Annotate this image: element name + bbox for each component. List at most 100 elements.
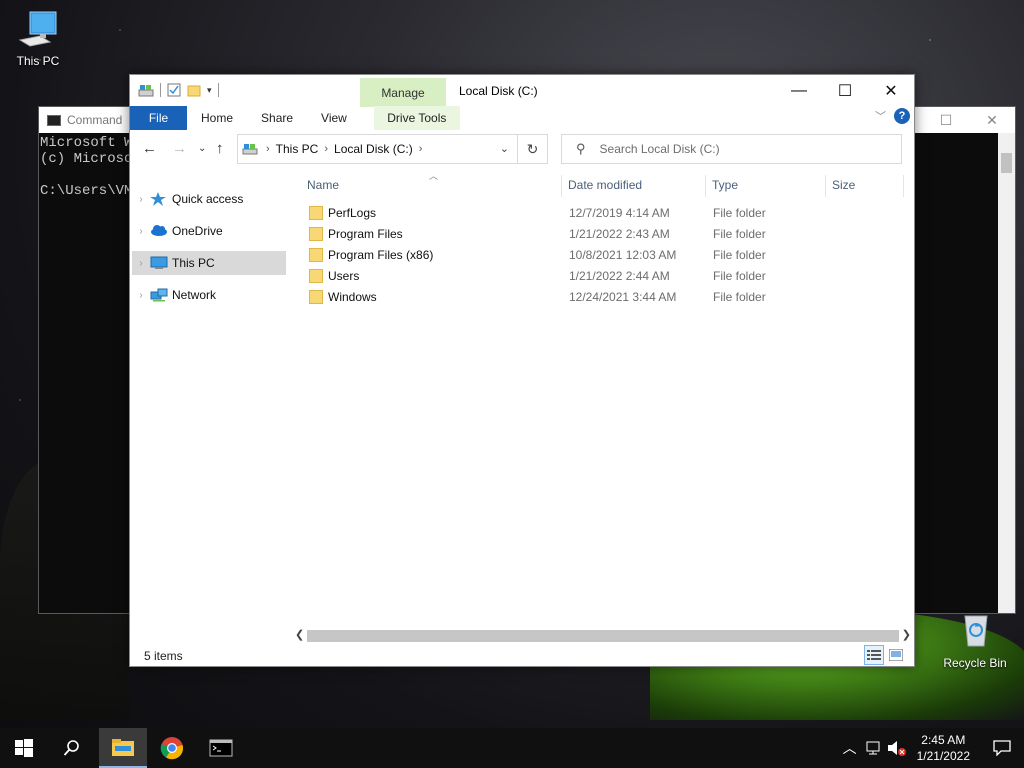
cloud-icon [150, 224, 168, 238]
sidebar-item-label: This PC [172, 256, 215, 270]
desktop-icon-recycle-bin[interactable]: Recycle Bin [937, 612, 1013, 670]
scroll-right-icon[interactable]: ❯ [902, 628, 911, 641]
file-explorer-icon [112, 739, 134, 756]
minimize-button[interactable]: — [776, 75, 822, 106]
network-status-icon[interactable] [865, 740, 883, 756]
column-header-size[interactable]: Size [832, 173, 855, 197]
column-header-date-modified[interactable]: Date modified [568, 173, 642, 197]
console-title: Command [67, 113, 123, 127]
sidebar-item-label: Quick access [172, 192, 244, 206]
computer-icon [16, 10, 60, 50]
new-folder-icon[interactable] [187, 83, 201, 97]
ribbon-tabs: File Home Share View Drive Tools [130, 106, 914, 130]
desktop-icon-this-pc[interactable]: This PC [0, 10, 76, 68]
chevron-right-icon[interactable]: › [266, 143, 270, 155]
console-maximize-button[interactable]: ☐ [923, 107, 969, 133]
address-bar[interactable]: › This PC › Local Disk (C:) › ⌄ ↻ [237, 134, 548, 164]
taskbar-chrome[interactable] [148, 728, 196, 768]
sidebar-item-quick-access[interactable]: › Quick access [132, 187, 286, 211]
expand-chevron-icon[interactable]: › [132, 258, 150, 269]
back-button[interactable]: ← [142, 140, 157, 157]
file-date: 10/8/2021 12:03 AM [569, 248, 677, 262]
tab-drive-tools[interactable]: Drive Tools [373, 106, 460, 130]
quick-access-toolbar: ▾ [138, 83, 219, 97]
customize-toolbar-icon[interactable]: ▾ [207, 85, 212, 96]
sidebar-item-label: Network [172, 288, 217, 302]
taskbar-command-prompt[interactable] [197, 728, 245, 768]
folder-icon [309, 290, 323, 304]
details-view-icon[interactable] [864, 645, 884, 665]
recent-locations-button[interactable]: ⌄ [198, 143, 206, 154]
show-hidden-icons-icon[interactable]: ︿ [843, 738, 857, 758]
expand-ribbon-icon[interactable]: ﹀ [875, 108, 886, 124]
sort-ascending-icon: ︿ [429, 171, 439, 181]
file-type: File folder [713, 248, 766, 262]
navigation-pane: › Quick access › OneDrive › This PC › Ne… [130, 171, 292, 641]
large-icons-view-icon[interactable] [886, 645, 906, 665]
help-icon[interactable]: ? [894, 108, 910, 124]
file-row[interactable]: PerfLogs 12/7/2019 4:14 AM File folder [293, 203, 913, 224]
horizontal-scrollbar[interactable]: ❮ ❯ [293, 628, 913, 644]
file-name: PerfLogs [328, 206, 377, 220]
manage-contextual-tab-header: Manage [360, 78, 446, 107]
expand-chevron-icon[interactable]: › [132, 194, 150, 205]
file-explorer-window[interactable]: ▾ Manage Local Disk (C:) — ☐ ✕ File Home… [129, 74, 915, 667]
file-row[interactable]: Program Files (x86) 10/8/2021 12:03 AM F… [293, 245, 913, 266]
clock-date: 1/21/2022 [916, 749, 970, 763]
properties-icon[interactable] [167, 83, 181, 97]
recycle-bin-icon [953, 612, 997, 652]
close-button[interactable]: ✕ [868, 75, 914, 106]
windows-logo-icon [15, 739, 33, 757]
sidebar-item-this-pc[interactable]: › This PC [132, 251, 286, 275]
scrollbar-thumb[interactable] [307, 630, 899, 642]
drive-icon [138, 85, 154, 97]
file-date: 1/21/2022 2:43 AM [569, 227, 670, 241]
system-tray: ︿ 2:45 AM 1/21/2022 [843, 728, 1024, 768]
address-row: ← → ⌄ ↑ › This PC › Local Disk (C:) › ⌄ … [130, 133, 914, 165]
breadcrumb-this-pc[interactable]: This PC [276, 142, 319, 156]
file-name: Program Files (x86) [328, 248, 434, 262]
drive-icon [242, 144, 258, 155]
tab-share[interactable]: Share [247, 106, 307, 130]
address-dropdown-icon[interactable]: ⌄ [500, 142, 509, 155]
search-input[interactable]: ⚲ Search Local Disk (C:) [561, 134, 902, 164]
search-button[interactable] [48, 728, 96, 768]
tab-view[interactable]: View [307, 106, 361, 130]
sidebar-item-onedrive[interactable]: › OneDrive [132, 219, 286, 243]
tab-home[interactable]: Home [187, 106, 247, 130]
clock[interactable]: 2:45 AM 1/21/2022 [917, 732, 970, 764]
chevron-right-icon[interactable]: › [419, 143, 423, 155]
taskbar-file-explorer[interactable] [99, 728, 147, 768]
volume-muted-icon[interactable] [887, 740, 907, 756]
sidebar-item-label: OneDrive [172, 224, 223, 238]
scroll-left-icon[interactable]: ❮ [295, 628, 304, 641]
sidebar-item-network[interactable]: › Network [132, 283, 286, 307]
status-item-count: 5 items [144, 649, 183, 663]
up-button[interactable]: ↑ [216, 140, 224, 157]
file-row[interactable]: Windows 12/24/2021 3:44 AM File folder [293, 287, 913, 308]
column-header-type[interactable]: Type [712, 173, 738, 197]
forward-button[interactable]: → [172, 140, 187, 157]
expand-chevron-icon[interactable]: › [132, 226, 150, 237]
action-center-button[interactable] [980, 728, 1024, 768]
console-scrollbar[interactable] [998, 133, 1015, 613]
breadcrumb-local-disk[interactable]: Local Disk (C:) [334, 142, 413, 156]
star-icon [150, 192, 168, 206]
explorer-titlebar[interactable]: ▾ Manage Local Disk (C:) — ☐ ✕ [130, 75, 914, 107]
start-button[interactable] [0, 728, 48, 768]
console-close-button[interactable]: ✕ [969, 107, 1015, 133]
chevron-right-icon[interactable]: › [324, 143, 328, 155]
expand-chevron-icon[interactable]: › [132, 290, 150, 301]
file-row[interactable]: Users 1/21/2022 2:44 AM File folder [293, 266, 913, 287]
file-row[interactable]: Program Files 1/21/2022 2:43 AM File fol… [293, 224, 913, 245]
file-name: Windows [328, 290, 377, 304]
refresh-button[interactable]: ↻ [517, 135, 547, 163]
clock-time: 2:45 AM [921, 733, 966, 747]
maximize-button[interactable]: ☐ [822, 75, 868, 106]
file-type: File folder [713, 206, 766, 220]
column-header-name[interactable]: Name [307, 173, 339, 197]
file-date: 1/21/2022 2:44 AM [569, 269, 670, 283]
tab-file[interactable]: File [130, 106, 187, 130]
folder-icon [309, 206, 323, 220]
chrome-icon [160, 737, 184, 760]
